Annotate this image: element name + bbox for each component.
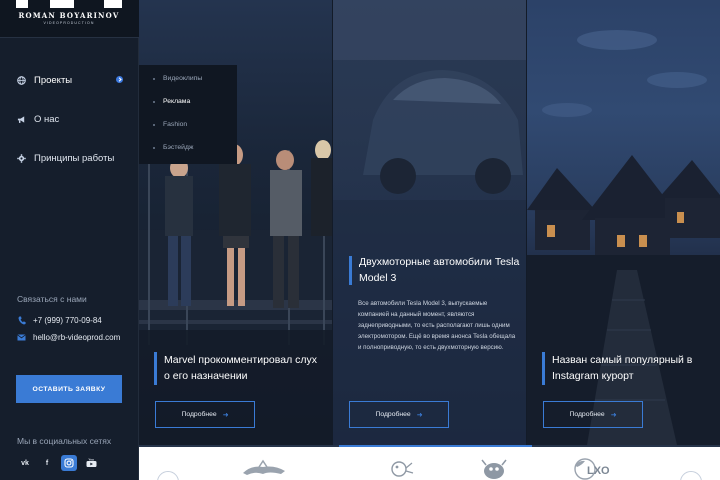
more-button[interactable]: Подробнее ➜ <box>155 401 255 428</box>
brand-subtitle: VIDEOPRODUCTION <box>43 21 95 25</box>
projects-submenu: Видеоклипы Реклама Fashion Бэстейдж <box>139 65 237 164</box>
slide-title: Назван самый популярный в Instagram куро… <box>552 354 693 382</box>
vk-icon[interactable]: vk <box>17 455 33 471</box>
logo[interactable]: ROMAN BOYARINOV VIDEOPRODUCTION <box>0 0 139 38</box>
nav-item-label: Принципы работы <box>34 152 115 164</box>
email-link[interactable]: hello@rb-videoprod.com <box>17 333 120 342</box>
slide-description: Все автомобили Tesla Model 3, выпускаемы… <box>358 300 516 351</box>
more-button[interactable]: Подробнее ➜ <box>543 401 643 428</box>
bullet-icon <box>153 147 155 149</box>
arrow-right-icon: ➜ <box>416 411 423 419</box>
nav-item-projects[interactable]: Проекты <box>0 69 139 91</box>
car-photo <box>333 0 526 445</box>
more-button[interactable]: Подробнее ➜ <box>349 401 449 428</box>
partners-prev-button[interactable] <box>157 471 179 480</box>
submenu-item-ads[interactable]: Реклама <box>163 98 190 105</box>
phone-icon <box>17 316 26 325</box>
slide-title: Двухмоторные автомобили Tesla Model 3 <box>359 256 520 284</box>
logo-mark <box>16 0 122 8</box>
nav-item-label: О нас <box>34 113 60 125</box>
submenu-item-backstage[interactable]: Бэстейдж <box>163 144 193 151</box>
more-button-label: Подробнее <box>375 411 411 418</box>
phone-number: +7 (999) 770-09-84 <box>33 316 102 325</box>
fish-character-logo <box>391 461 414 477</box>
chevron-right-icon <box>116 76 123 83</box>
nav-item-label: Проекты <box>34 74 73 86</box>
email-address: hello@rb-videoprod.com <box>33 333 121 342</box>
partners-next-button[interactable] <box>680 471 702 480</box>
lxo-logo-text: LXO <box>587 465 610 477</box>
bullet-icon <box>153 124 155 126</box>
title-accent-bar <box>349 256 352 285</box>
globe-icon <box>17 75 26 85</box>
partners-strip: LXO <box>139 447 720 480</box>
bullet-icon <box>153 78 155 80</box>
sidebar: ROMAN BOYARINOV VIDEOPRODUCTION Проекты … <box>0 0 139 480</box>
mail-icon <box>17 333 26 342</box>
submit-request-button[interactable]: ОСТАВИТЬ ЗАЯВКУ <box>16 375 122 403</box>
youtube-icon[interactable]: You <box>83 455 99 471</box>
title-accent-bar <box>542 352 545 385</box>
brand-name: ROMAN BOYARINOV <box>18 11 120 20</box>
nav-item-principles[interactable]: Принципы работы <box>0 147 139 169</box>
nav-item-about[interactable]: О нас <box>0 108 139 130</box>
facebook-icon[interactable]: f <box>39 455 55 471</box>
social-title: Мы в социальных сетях <box>17 436 112 446</box>
slide-card: Назван самый популярный в Instagram куро… <box>527 0 720 445</box>
social-links: vk f You <box>17 455 105 471</box>
lxo-logo: LXO <box>574 458 610 480</box>
slide-card: Двухмоторные автомобили Tesla Model 3 Вс… <box>333 0 526 445</box>
gear-icon <box>17 153 26 163</box>
more-button-label: Подробнее <box>181 411 217 418</box>
phone-link[interactable]: +7 (999) 770-09-84 <box>17 316 102 325</box>
megaphone-icon <box>17 115 26 124</box>
arrow-right-icon: ➜ <box>610 411 617 419</box>
slide-title: Marvel прокомментировал слух о его назна… <box>164 354 317 382</box>
title-accent-bar <box>154 352 157 385</box>
submenu-item-clips[interactable]: Видеоклипы <box>163 75 202 82</box>
svg-text:You: You <box>88 458 94 462</box>
submenu-item-fashion[interactable]: Fashion <box>163 121 187 128</box>
arrow-right-icon: ➜ <box>222 411 229 419</box>
instagram-icon[interactable] <box>61 455 77 471</box>
lacoste-logo <box>243 459 285 475</box>
contacts-title: Связаться с нами <box>17 294 87 304</box>
mascot-logo <box>481 459 507 479</box>
more-button-label: Подробнее <box>569 411 605 418</box>
bullet-icon <box>153 101 155 103</box>
